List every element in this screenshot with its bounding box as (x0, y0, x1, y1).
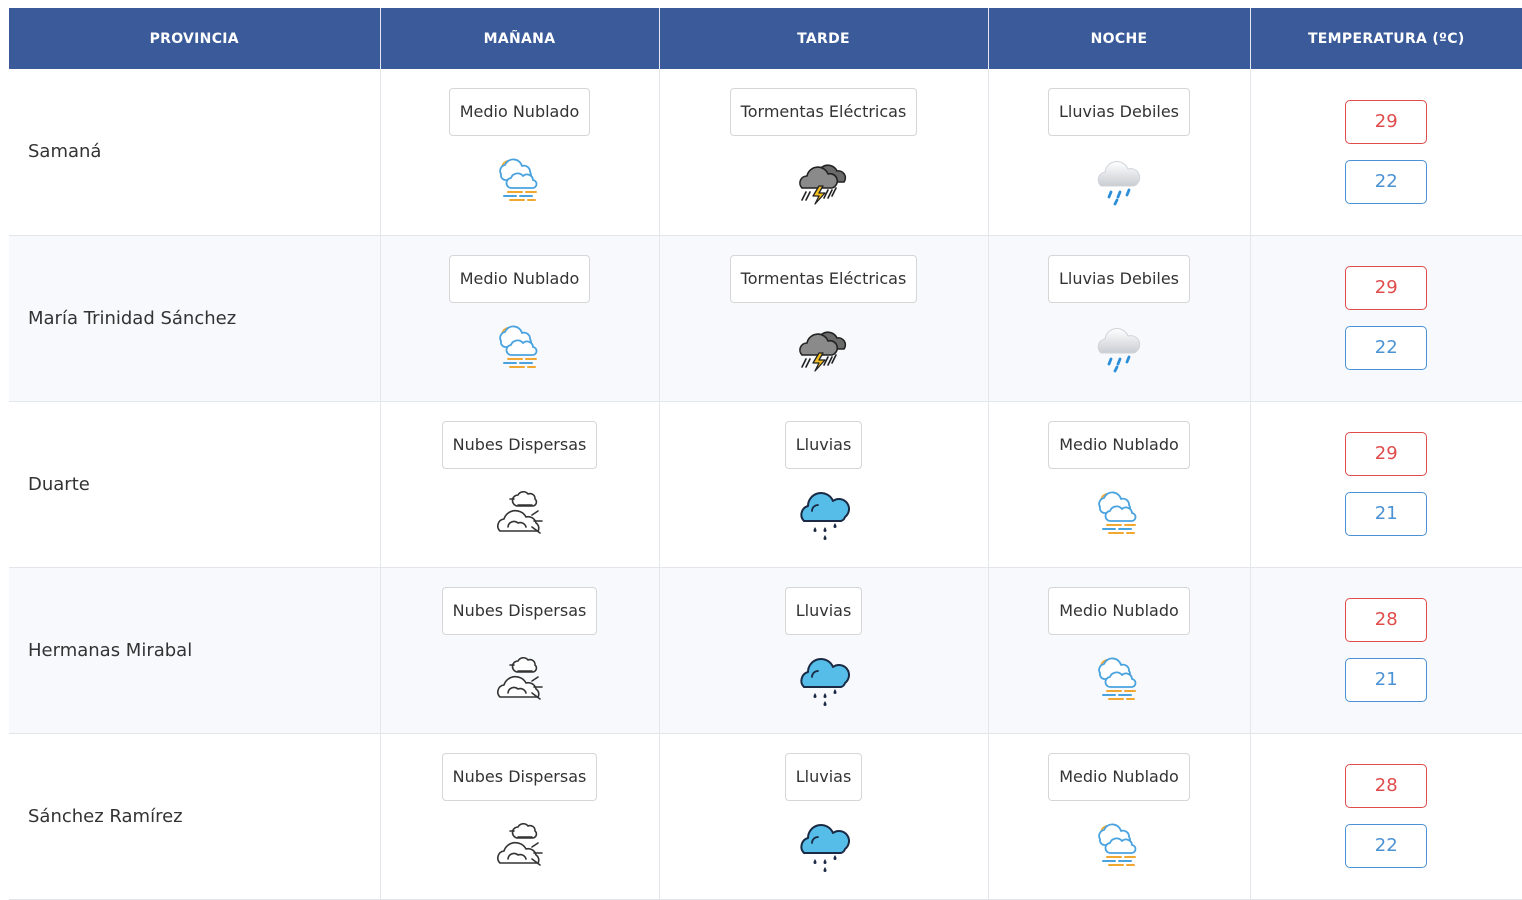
max-temperature-badge: 28 (1345, 598, 1428, 642)
max-temperature-badge: 29 (1345, 266, 1428, 310)
thunderstorm-icon (792, 315, 856, 379)
min-temperature-badge: 22 (1345, 326, 1428, 370)
table-body: Samaná Medio Nublado Tormentas Eléctrica… (9, 69, 1522, 900)
night-condition-label: Medio Nublado (1048, 586, 1190, 635)
partly-cloudy-fog-icon (488, 148, 552, 212)
night-cell: Lluvias Debiles (988, 235, 1251, 402)
afternoon-condition-label: Tormentas Eléctricas (729, 88, 918, 136)
min-temperature-badge: 21 (1345, 492, 1428, 536)
morning-condition-label: Medio Nublado (448, 88, 591, 136)
header-row: PROVINCIA MAÑANA TARDE NOCHE TEMPERATURA… (9, 8, 1522, 69)
morning-cell: Medio Nublado (380, 235, 660, 402)
morning-cell: Nubes Dispersas (380, 567, 660, 734)
rain-icon (792, 647, 856, 711)
afternoon-cell: Lluvias (659, 733, 989, 900)
province-name: Duarte (9, 401, 381, 568)
morning-condition-label: Nubes Dispersas (441, 752, 598, 801)
max-temperature-badge: 29 (1345, 99, 1428, 144)
scattered-clouds-icon (488, 481, 552, 545)
province-name: Hermanas Mirabal (9, 567, 381, 734)
afternoon-condition-label: Lluvias (784, 420, 863, 469)
max-temperature-badge: 29 (1345, 432, 1428, 476)
header-manana: MAÑANA (380, 8, 660, 69)
province-name: Sánchez Ramírez (9, 733, 381, 900)
morning-condition-label: Nubes Dispersas (441, 586, 598, 635)
temperature-cell: 29 22 (1250, 69, 1522, 236)
night-condition-label: Medio Nublado (1048, 420, 1190, 469)
rain-icon (792, 813, 856, 877)
temperature-cell: 29 21 (1250, 401, 1522, 568)
morning-condition-label: Nubes Dispersas (441, 420, 598, 469)
light-rain-icon (1087, 148, 1151, 212)
province-name: María Trinidad Sánchez (9, 235, 381, 402)
header-noche: NOCHE (988, 8, 1251, 69)
partly-cloudy-fog-icon (1087, 813, 1151, 877)
table-row: Hermanas Mirabal Nubes Dispersas Lluvias… (9, 567, 1522, 734)
scattered-clouds-icon (488, 647, 552, 711)
afternoon-cell: Lluvias (659, 567, 989, 734)
night-condition-label: Lluvias Debiles (1047, 254, 1191, 303)
table-header: PROVINCIA MAÑANA TARDE NOCHE TEMPERATURA… (9, 8, 1522, 69)
morning-cell: Medio Nublado (380, 69, 660, 236)
header-temperatura: TEMPERATURA (ºC) (1250, 8, 1522, 69)
scattered-clouds-icon (488, 813, 552, 877)
province-name: Samaná (9, 69, 381, 236)
morning-cell: Nubes Dispersas (380, 401, 660, 568)
partly-cloudy-fog-icon (488, 315, 552, 379)
rain-icon (792, 481, 856, 545)
night-condition-label: Medio Nublado (1048, 752, 1190, 801)
afternoon-cell: Tormentas Eléctricas (659, 235, 989, 402)
afternoon-cell: Tormentas Eléctricas (659, 69, 989, 236)
min-temperature-badge: 22 (1345, 159, 1428, 204)
min-temperature-badge: 21 (1345, 658, 1428, 702)
temperature-cell: 28 22 (1250, 733, 1522, 900)
afternoon-condition-label: Tormentas Eléctricas (729, 254, 918, 303)
night-cell: Medio Nublado (988, 733, 1251, 900)
header-tarde: TARDE (659, 8, 989, 69)
night-cell: Medio Nublado (988, 567, 1251, 734)
min-temperature-badge: 22 (1345, 824, 1428, 868)
table-row: Sánchez Ramírez Nubes Dispersas Lluvias … (9, 733, 1522, 900)
afternoon-cell: Lluvias (659, 401, 989, 568)
night-cell: Lluvias Debiles (988, 69, 1251, 236)
header-provincia: PROVINCIA (9, 8, 381, 69)
max-temperature-badge: 28 (1345, 764, 1428, 808)
table-row: María Trinidad Sánchez Medio Nublado Tor… (9, 235, 1522, 402)
night-condition-label: Lluvias Debiles (1047, 88, 1191, 136)
night-cell: Medio Nublado (988, 401, 1251, 568)
afternoon-condition-label: Lluvias (784, 752, 863, 801)
partly-cloudy-fog-icon (1087, 481, 1151, 545)
forecast-table: PROVINCIA MAÑANA TARDE NOCHE TEMPERATURA… (9, 8, 1522, 900)
light-rain-icon (1087, 315, 1151, 379)
partly-cloudy-fog-icon (1087, 647, 1151, 711)
temperature-cell: 29 22 (1250, 235, 1522, 402)
temperature-cell: 28 21 (1250, 567, 1522, 734)
table-row: Duarte Nubes Dispersas Lluvias Medio Nub… (9, 401, 1522, 568)
table-row: Samaná Medio Nublado Tormentas Eléctrica… (9, 69, 1522, 236)
morning-condition-label: Medio Nublado (448, 254, 591, 303)
thunderstorm-icon (792, 148, 856, 212)
afternoon-condition-label: Lluvias (784, 586, 863, 635)
morning-cell: Nubes Dispersas (380, 733, 660, 900)
